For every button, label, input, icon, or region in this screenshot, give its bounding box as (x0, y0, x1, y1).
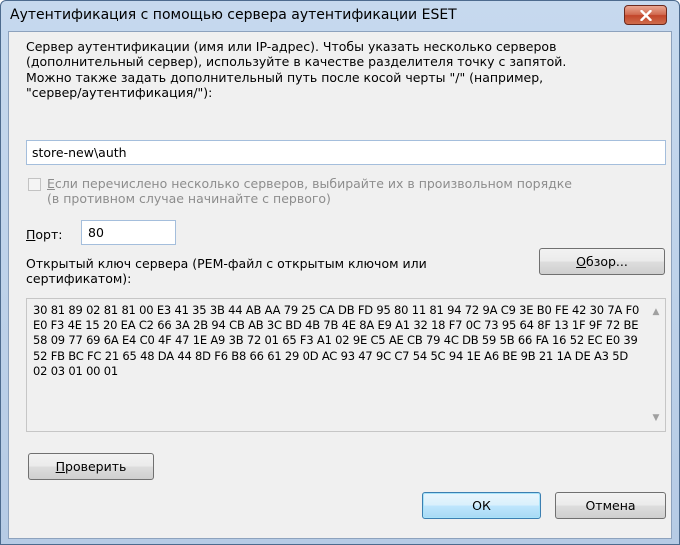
close-icon (639, 9, 652, 21)
verify-hotkey: П (55, 459, 66, 474)
random-order-hotkey: Е (47, 176, 55, 191)
window-title: Аутентификация с помощью сервера аутенти… (10, 7, 457, 23)
browse-hotkey: О (576, 254, 586, 269)
random-order-label-text: сли перечислено несколько серверов, выби… (47, 176, 572, 207)
public-key-label: Открытый ключ сервера (PEM-файл с открыт… (26, 256, 427, 287)
port-label-text: орт: (35, 227, 63, 242)
random-order-checkbox[interactable] (28, 178, 41, 191)
public-key-textarea[interactable]: 30 81 89 02 81 81 00 E3 41 35 3B 44 AB A… (26, 298, 666, 432)
verify-button[interactable]: Проверить (28, 453, 154, 480)
scroll-up-arrow-icon[interactable]: ▲ (650, 307, 662, 317)
dialog-window: Аутентификация с помощью сервера аутенти… (0, 0, 680, 545)
server-input[interactable] (26, 140, 666, 165)
port-hotkey: П (26, 227, 36, 242)
dialog-body: Сервер аутентификации (имя или IP-адрес)… (8, 31, 672, 539)
cancel-button[interactable]: Отмена (555, 492, 666, 519)
ok-button[interactable]: ОК (422, 492, 541, 519)
port-label: Порт: (26, 227, 62, 242)
random-order-label: Если перечислено несколько серверов, выб… (47, 176, 667, 207)
public-key-text: 30 81 89 02 81 81 00 E3 41 35 3B 44 AB A… (33, 303, 640, 378)
scroll-down-arrow-icon[interactable]: ▼ (650, 413, 662, 423)
browse-button[interactable]: Обзор... (539, 248, 665, 275)
browse-label: бзор... (585, 254, 628, 269)
server-description: Сервер аутентификации (имя или IP-адрес)… (26, 39, 567, 101)
title-bar[interactable]: Аутентификация с помощью сервера аутенти… (1, 1, 679, 31)
verify-label: роверить (65, 459, 127, 474)
port-input[interactable] (81, 220, 176, 245)
close-button[interactable] (624, 5, 667, 25)
